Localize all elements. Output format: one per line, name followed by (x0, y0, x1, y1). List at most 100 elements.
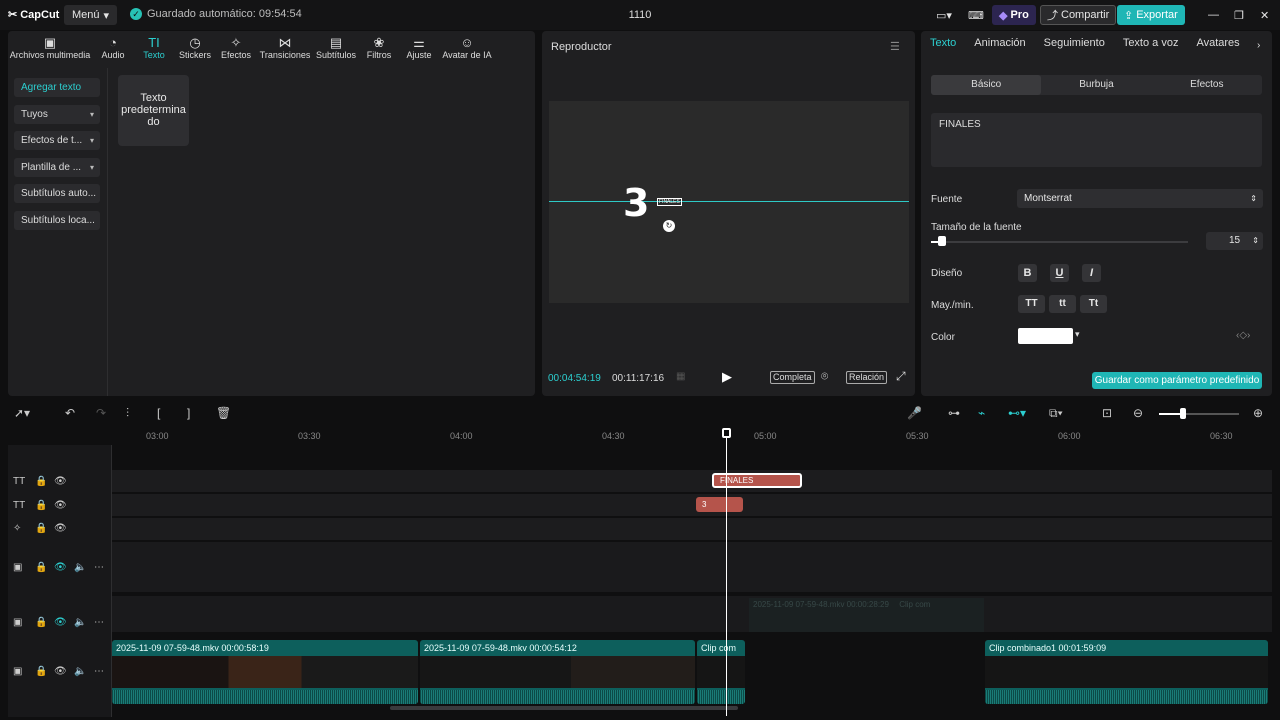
size-slider-handle[interactable] (938, 236, 946, 246)
preview-small-text[interactable]: FINALES (657, 198, 682, 206)
text-clip-3[interactable]: 3 (696, 497, 743, 512)
export-button[interactable]: ⇪ Exportar (1117, 5, 1185, 25)
link-icon[interactable]: ⊶ (948, 406, 960, 420)
lock-icon[interactable]: 🔒 (35, 666, 47, 677)
zoom-out-icon[interactable]: ⊖ (1133, 406, 1143, 420)
font-select[interactable]: Montserrat ⇕ (1017, 189, 1263, 208)
eye-icon[interactable]: 👁 (54, 476, 67, 487)
size-stepper[interactable]: 15 ⇕ (1206, 232, 1263, 250)
time-ruler[interactable]: 03:00 03:30 04:00 04:30 05:00 05:30 06:0… (112, 428, 1272, 444)
volume-icon[interactable]: 🔈 (74, 562, 86, 573)
layout-icon[interactable]: ▭▾ (936, 5, 952, 25)
ghost-clip[interactable]: 2025-11-09 07-59-48.mkv 00:00:28:29 Clip… (749, 598, 984, 632)
select-icon[interactable]: ➚▾ (14, 406, 30, 420)
tab-adjust[interactable]: ⚌ Ajuste (400, 32, 438, 66)
lock-icon[interactable]: 🔒 (35, 562, 47, 573)
text-track-1[interactable] (112, 470, 1272, 492)
play-icon[interactable]: ▶ (722, 369, 732, 385)
video-clip-4[interactable]: Clip combinado1 00:01:59:09 (985, 640, 1268, 704)
bold-button[interactable]: B (1018, 264, 1037, 282)
eye-icon[interactable]: 👁 (54, 562, 67, 573)
size-slider[interactable] (931, 241, 1188, 243)
eye-icon[interactable]: 👁 (54, 617, 67, 628)
tab-media[interactable]: ▣ Archivos multimedia (8, 32, 92, 66)
tab-effects[interactable]: ✧ Efectos (216, 32, 256, 66)
tab-texto[interactable]: Texto (921, 37, 965, 59)
sidebar-item-templates[interactable]: Plantilla de ... ▾ (14, 158, 100, 177)
tab-seguimiento[interactable]: Seguimiento (1035, 37, 1114, 59)
trim-right-icon[interactable]: ] (187, 406, 190, 420)
tab-texto-a-voz[interactable]: Texto a voz (1114, 37, 1188, 59)
restore-icon[interactable]: ❐ (1234, 5, 1244, 25)
video-track-2[interactable] (112, 596, 1272, 632)
tab-animacion[interactable]: Animación (965, 37, 1034, 59)
titlecase-button[interactable]: Tt (1080, 295, 1107, 313)
keyframe-icon[interactable]: ‹◇› (1236, 330, 1250, 341)
video-track-1[interactable] (112, 542, 1272, 592)
lock-icon[interactable]: 🔒 (35, 523, 47, 534)
tab-avatares[interactable]: Avatares (1187, 37, 1248, 59)
pro-button[interactable]: ◆ Pro (992, 5, 1036, 25)
save-preset-button[interactable]: Guardar como parámetro predefinido (1092, 372, 1262, 389)
subtab-bubble[interactable]: Burbuja (1041, 75, 1151, 95)
rotate-icon[interactable]: ↻ (663, 220, 675, 232)
split-icon[interactable]: ⫶ (126, 406, 129, 421)
playhead-handle[interactable] (722, 428, 731, 438)
chevron-down-icon[interactable]: ▾ (1075, 329, 1080, 340)
eye-icon[interactable]: 👁 (54, 523, 67, 534)
sidebar-item-add-text[interactable]: Agregar texto (14, 78, 100, 97)
magnet-icon[interactable]: ⌁ (978, 406, 985, 420)
tab-stickers[interactable]: ◷ Stickers (174, 32, 216, 66)
close-icon[interactable]: ✕ (1260, 5, 1269, 25)
redo-icon[interactable]: ↷ (96, 406, 106, 420)
video-clip-3[interactable]: Clip com (697, 640, 745, 704)
chevron-right-icon[interactable]: › (1257, 40, 1260, 51)
hamburger-icon[interactable]: ☰ (890, 40, 900, 53)
screenshot-icon[interactable]: ⌾ (821, 369, 828, 384)
effects-track[interactable] (112, 518, 1272, 540)
fullscreen-icon[interactable]: ⤢ (896, 369, 906, 384)
zoom-slider-handle[interactable] (1180, 408, 1186, 419)
uppercase-button[interactable]: TT (1018, 295, 1045, 313)
eye-icon[interactable]: 👁 (54, 666, 67, 677)
lock-icon[interactable]: 🔒 (35, 476, 47, 487)
tab-ai-avatar[interactable]: ☺ Avatar de IA (438, 32, 496, 66)
timeline-scrollbar[interactable] (390, 706, 738, 710)
video-preview[interactable]: 3 FINALES ↻ (549, 101, 909, 303)
text-content-input[interactable]: FINALES (931, 113, 1262, 167)
tab-subtitles[interactable]: ▤ Subtítulos (314, 32, 358, 66)
tab-filters[interactable]: ❀ Filtros (358, 32, 400, 66)
sidebar-item-auto-subtitles[interactable]: Subtítulos auto... (14, 184, 100, 203)
snap-icon[interactable]: ⊷▾ (1008, 406, 1026, 420)
sidebar-item-local-subtitles[interactable]: Subtítulos loca... (14, 211, 100, 230)
color-swatch[interactable] (1018, 328, 1073, 344)
undo-icon[interactable]: ↶ (65, 406, 75, 420)
more-icon[interactable]: ⋯ (94, 562, 104, 573)
eye-icon[interactable]: 👁 (54, 500, 67, 511)
share-button[interactable]: ⤴ Compartir (1040, 5, 1117, 25)
lock-icon[interactable]: 🔒 (35, 500, 47, 511)
microphone-icon[interactable]: 🎤 (907, 406, 922, 420)
subtab-basic[interactable]: Básico (931, 75, 1042, 95)
full-button[interactable]: Completa (770, 371, 815, 384)
video-clip-1[interactable]: 2025-11-09 07-59-48.mkv 00:00:58:19 (112, 640, 418, 704)
playhead[interactable] (726, 434, 727, 716)
sidebar-item-yours[interactable]: Tuyos ▾ (14, 105, 100, 124)
volume-icon[interactable]: 🔈 (74, 617, 86, 628)
text-track-2[interactable] (112, 494, 1272, 516)
menu-button[interactable]: Menú ▾ (64, 5, 118, 25)
more-icon[interactable]: ⋯ (94, 666, 104, 677)
tab-audio[interactable]: ◔ Audio (92, 32, 134, 66)
ratio-button[interactable]: Relación (846, 371, 888, 384)
volume-icon[interactable]: 🔈 (74, 666, 86, 677)
underline-button[interactable]: U (1050, 264, 1069, 282)
subtab-effects[interactable]: Efectos (1152, 75, 1262, 95)
video-clip-2[interactable]: 2025-11-09 07-59-48.mkv 00:00:54:12 (420, 640, 695, 704)
lowercase-button[interactable]: tt (1049, 295, 1076, 313)
shortcuts-icon[interactable]: ⌨ (968, 5, 984, 25)
trim-left-icon[interactable]: [ (157, 406, 160, 420)
tab-text[interactable]: TI Texto (134, 32, 174, 66)
delete-icon[interactable]: 🗑 (216, 406, 231, 420)
sidebar-item-text-effects[interactable]: Efectos de t... ▾ (14, 131, 100, 150)
minimize-icon[interactable]: — (1208, 5, 1219, 25)
